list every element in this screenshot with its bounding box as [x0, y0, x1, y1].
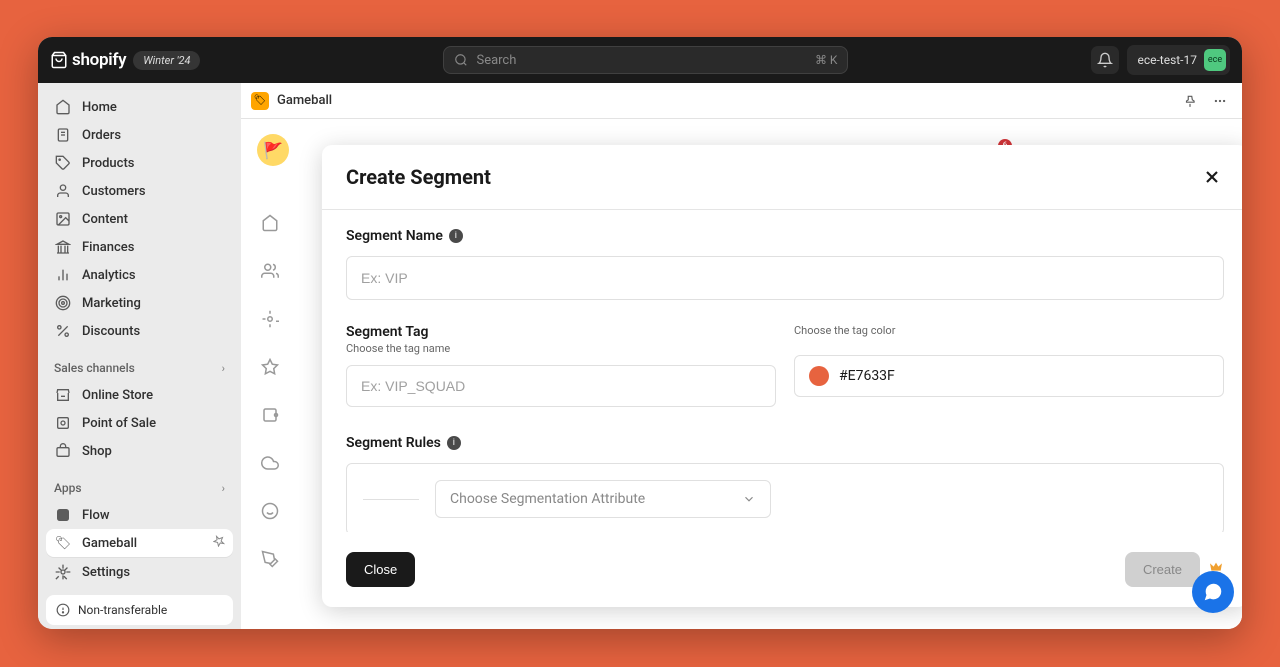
shopping-bag-icon	[50, 50, 68, 70]
rule-decoration	[363, 499, 419, 500]
strip-cloud-icon[interactable]	[261, 454, 279, 472]
pin-icon[interactable]	[213, 535, 225, 551]
nav-shop[interactable]: Shop	[46, 437, 233, 465]
nav-marketing[interactable]: Marketing	[46, 289, 233, 317]
tag-name-input[interactable]	[346, 365, 776, 407]
segment-name-input[interactable]	[346, 256, 1224, 300]
info-icon	[56, 603, 70, 617]
nav-content[interactable]: Content	[46, 205, 233, 233]
strip-star-icon[interactable]	[261, 358, 279, 376]
percent-icon	[55, 323, 71, 339]
create-button[interactable]: Create	[1125, 552, 1200, 587]
chat-icon	[1202, 581, 1224, 603]
strip-brush-icon[interactable]	[261, 550, 279, 568]
strip-smile-icon[interactable]	[261, 502, 279, 520]
strip-puzzle-icon[interactable]	[261, 406, 279, 424]
info-icon[interactable]: i	[447, 436, 461, 450]
winter-badge[interactable]: Winter '24	[133, 51, 200, 70]
nav-orders[interactable]: Orders	[46, 121, 233, 149]
brand-name: shopify	[72, 50, 126, 70]
strip-home-icon[interactable]	[261, 214, 279, 232]
shop-icon	[55, 443, 71, 459]
more-actions-button[interactable]	[1208, 89, 1232, 113]
user-menu[interactable]: ece-test-17 ece	[1127, 45, 1230, 75]
color-value: #E7633F	[839, 368, 895, 384]
search-icon	[454, 53, 468, 67]
orders-icon	[55, 127, 71, 143]
sales-channels-header[interactable]: Sales channels ›	[46, 355, 233, 381]
home-icon	[55, 99, 71, 115]
close-icon	[1202, 167, 1222, 187]
strip-gear-icon[interactable]	[261, 310, 279, 328]
user-name: ece-test-17	[1137, 53, 1197, 67]
tag-color-input[interactable]: #E7633F	[794, 355, 1224, 397]
pos-icon	[55, 415, 71, 431]
nav-customers[interactable]: Customers	[46, 177, 233, 205]
segment-name-label: Segment Name i	[346, 228, 1224, 244]
search-placeholder: Search	[476, 53, 814, 68]
notifications-button[interactable]	[1091, 46, 1119, 74]
bell-icon	[1097, 52, 1113, 68]
chevron-down-icon	[742, 492, 756, 506]
user-avatar: ece	[1204, 49, 1226, 71]
segment-rules-label: Segment Rules i	[346, 435, 1224, 451]
color-swatch[interactable]	[809, 366, 829, 386]
chevron-right-icon: ›	[222, 482, 225, 495]
image-icon	[55, 211, 71, 227]
gear-icon	[55, 564, 71, 580]
store-icon	[55, 387, 71, 403]
rules-container: Choose Segmentation Attribute	[346, 463, 1224, 532]
target-icon	[55, 295, 71, 311]
nav-analytics[interactable]: Analytics	[46, 261, 233, 289]
tag-name-sub: Choose the tag name	[346, 342, 776, 355]
search-input[interactable]: Search ⌘ K	[443, 46, 848, 74]
app-title: Gameball	[277, 93, 332, 108]
nav-discounts[interactable]: Discounts	[46, 317, 233, 345]
nav-home[interactable]: Home	[46, 93, 233, 121]
nav-finances[interactable]: Finances	[46, 233, 233, 261]
shopify-logo[interactable]: shopify	[50, 50, 126, 70]
chart-icon	[55, 267, 71, 283]
non-transferable-notice[interactable]: Non-transferable	[46, 595, 233, 625]
nav-online-store[interactable]: Online Store	[46, 381, 233, 409]
tag-icon	[55, 155, 71, 171]
gameball-app-icon: 🏷	[251, 92, 269, 110]
close-button[interactable]	[1200, 165, 1224, 189]
segmentation-attribute-select[interactable]: Choose Segmentation Attribute	[435, 480, 771, 518]
help-button[interactable]	[1192, 571, 1234, 613]
strip-users-icon[interactable]	[261, 262, 279, 280]
nav-products[interactable]: Products	[46, 149, 233, 177]
segment-tag-label: Segment Tag	[346, 324, 776, 340]
flow-icon	[55, 507, 71, 523]
chevron-right-icon: ›	[222, 362, 225, 375]
search-shortcut: ⌘ K	[815, 53, 838, 67]
nav-pos[interactable]: Point of Sale	[46, 409, 233, 437]
sidebar: Home Orders Products Customers Content F…	[38, 83, 241, 629]
nav-flow[interactable]: Flow	[46, 501, 233, 529]
gameball-logo: 🚩	[257, 134, 289, 166]
user-icon	[55, 183, 71, 199]
tag-color-sub: Choose the tag color	[794, 324, 1224, 337]
dots-icon	[1213, 94, 1227, 108]
close-modal-button[interactable]: Close	[346, 552, 415, 587]
bank-icon	[55, 239, 71, 255]
nav-settings[interactable]: Settings	[46, 557, 233, 587]
modal-title: Create Segment	[346, 165, 491, 189]
nav-gameball[interactable]: 🏷 Gameball	[46, 529, 233, 557]
pin-app-button[interactable]	[1178, 89, 1202, 113]
create-segment-modal: Create Segment Segment Name i Segment Ta…	[322, 145, 1242, 607]
info-icon[interactable]: i	[449, 229, 463, 243]
apps-header[interactable]: Apps ›	[46, 475, 233, 501]
pin-icon	[1183, 94, 1197, 108]
